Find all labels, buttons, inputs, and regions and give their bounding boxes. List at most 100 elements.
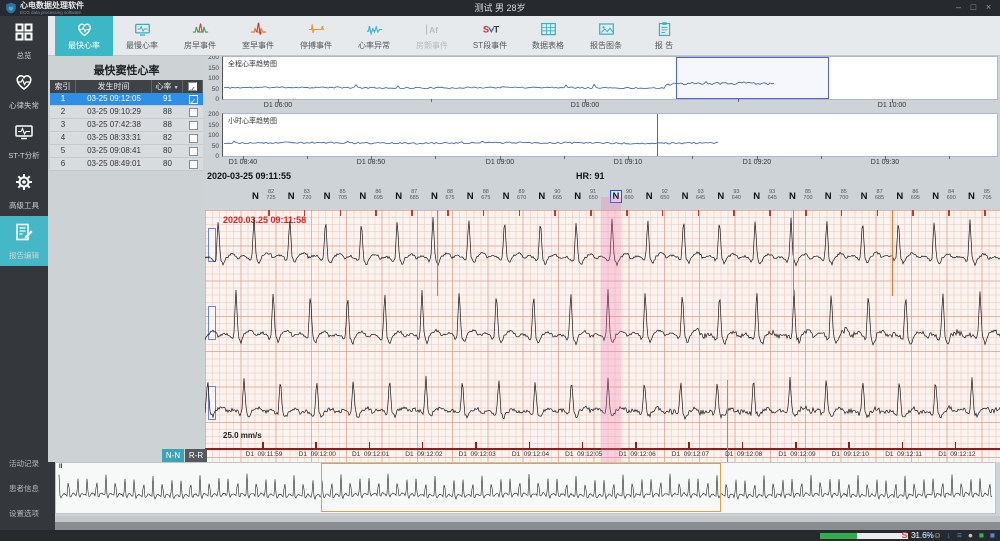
beat-rr: 670 (514, 195, 530, 201)
beat-label[interactable]: N (825, 191, 832, 202)
trend-chart-hour[interactable] (222, 113, 998, 157)
beat-label[interactable]: N (252, 191, 259, 202)
tab-数据表格[interactable]: 数据表格 (519, 16, 577, 56)
close-button[interactable]: × (981, 0, 996, 16)
tab-停搏事件[interactable]: 停搏事件 (287, 16, 345, 56)
nn-interval-button[interactable]: N-N (162, 449, 184, 462)
table-row[interactable]: 603-25 08:49:0180 (50, 158, 203, 171)
sidebar: 总览心律失常ST-T分析高级工具报告编辑 活动记录患者信息设置选项 (0, 16, 48, 530)
tab-label: 停搏事件 (300, 40, 332, 51)
voice-icon[interactable]: ↓ (943, 530, 954, 541)
beat-label[interactable]: N (538, 191, 545, 202)
beat-label[interactable]: N (288, 191, 295, 202)
table-row[interactable]: 503-25 09:08:4180 (50, 145, 203, 158)
af-icon: Af (424, 21, 441, 38)
beat-label[interactable]: N (682, 191, 689, 202)
beat-label[interactable]: N (503, 191, 510, 202)
cell-index: 1 (50, 93, 76, 105)
chart-title: 小时心率趋势图 (228, 116, 277, 126)
cell-time: 03-25 07:42:38 (76, 119, 152, 131)
row-checkbox[interactable] (189, 121, 198, 130)
ruler-tick (902, 442, 904, 448)
x-axis-minor-tick (431, 99, 432, 102)
beat-label[interactable]: N (359, 191, 366, 202)
beat-label[interactable]: N (431, 191, 438, 202)
row-checkbox[interactable] (189, 134, 198, 143)
tab-室早事件[interactable]: 室早事件 (229, 16, 287, 56)
tab-ST段事件[interactable]: STST段事件 (461, 16, 519, 56)
beat-label[interactable]: N (324, 191, 331, 202)
ruler-time-label: D1 09:12:12 (938, 451, 975, 458)
row-checkbox[interactable] (189, 108, 198, 117)
row-checkbox[interactable]: ✓ (189, 95, 198, 104)
emoji-icon[interactable]: ☺ (932, 530, 943, 541)
horizontal-scrollbar-thumb[interactable] (55, 522, 1000, 530)
beat-label[interactable]: N (789, 191, 796, 202)
table-row[interactable]: 103-25 09:12:0591✓ (50, 93, 203, 106)
tab-最慢心率[interactable]: 最慢心率 (113, 16, 171, 56)
chart-title: 全程心率趋势图 (228, 59, 277, 69)
x-axis-label: D1 08:40 (229, 159, 257, 166)
shield-green-icon[interactable]: ■ (976, 530, 987, 541)
header-checkbox[interactable]: ✓ (188, 82, 197, 91)
sidebar-item-总览[interactable]: 总览 (0, 16, 48, 66)
overview-selection-rect[interactable] (321, 463, 721, 512)
tab-心率异常[interactable]: 心率异常 (345, 16, 403, 56)
tab-房早事件[interactable]: 房早事件 (171, 16, 229, 56)
sidebar-item-报告编辑[interactable]: 报告编辑 (0, 216, 48, 266)
beat-label[interactable]: N (753, 191, 760, 202)
keyboard-icon[interactable]: ≡ (954, 530, 965, 541)
sidebar-footer-link[interactable]: 设置选项 (0, 501, 48, 526)
person-icon[interactable]: ● (965, 530, 976, 541)
tab-最快心率[interactable]: 最快心率 (55, 16, 113, 56)
table-row[interactable]: 303-25 07:42:3888 (50, 119, 203, 132)
sidebar-item-心律失常[interactable]: 心律失常 (0, 66, 48, 116)
row-checkbox[interactable] (189, 147, 198, 156)
row-checkbox[interactable] (189, 160, 198, 169)
ruler-tick (582, 442, 584, 448)
input-lang-icon[interactable]: + (910, 530, 921, 541)
table-row[interactable]: 203-25 09:10:2988 (50, 106, 203, 119)
rr-interval-button[interactable]: R-R (185, 449, 207, 462)
x-axis-minor-tick (738, 99, 739, 102)
beat-label[interactable]: N (932, 191, 939, 202)
beat-label[interactable]: N (717, 191, 724, 202)
col-hr[interactable]: 心率 ▼ (152, 80, 183, 93)
minimize-button[interactable]: – (951, 0, 966, 16)
overview-strip[interactable]: II (55, 462, 996, 514)
beat-metrics: 85700 (836, 189, 852, 201)
tab-房颤事件[interactable]: Af房颤事件 (403, 16, 461, 56)
trend-selection-rect[interactable] (676, 57, 829, 99)
beat-label[interactable]: N (574, 191, 581, 202)
sidebar-item-ST-T分析[interactable]: ST-T分析 (0, 116, 48, 166)
sort-arrow-icon[interactable]: ▼ (174, 85, 179, 91)
table-header: 索引发生时间心率 ▼✓ (50, 80, 203, 93)
beat-label[interactable]: N (395, 191, 402, 202)
col-checkbox[interactable]: ✓ (183, 80, 203, 93)
beat-label[interactable]: N (646, 191, 653, 202)
beat-label[interactable]: N (968, 191, 975, 202)
tab-报 告[interactable]: 报 告 (635, 16, 693, 56)
beat-rr: 705 (335, 195, 351, 201)
sidebar-footer-link[interactable]: 患者信息 (0, 476, 48, 501)
beat-label[interactable]: N (896, 191, 903, 202)
maximize-button[interactable]: □ (966, 0, 981, 16)
sidebar-item-高级工具[interactable]: 高级工具 (0, 166, 48, 216)
beat-label[interactable]: N (861, 191, 868, 202)
shield-blue-icon[interactable]: ■ (987, 530, 998, 541)
beat-tick (626, 210, 628, 216)
beat-metrics: 88675 (478, 189, 494, 201)
panel-gap (48, 462, 55, 530)
beat-rr: 645 (764, 195, 780, 201)
beat-label[interactable]: N (467, 191, 474, 202)
pen-icon[interactable]: / (921, 530, 932, 541)
table-row[interactable]: 403-25 08:33:3182 (50, 132, 203, 145)
sidebar-footer-link[interactable]: 活动记录 (0, 451, 48, 476)
tab-报告图条[interactable]: 报告图条 (577, 16, 635, 56)
wave-teal-icon (366, 21, 383, 38)
trend-chart-full[interactable] (222, 56, 998, 100)
picture-icon (598, 21, 615, 38)
beat-metrics: 89670 (514, 189, 530, 201)
sogou-icon[interactable]: S (899, 530, 910, 541)
window-controls: – □ × (951, 0, 996, 16)
